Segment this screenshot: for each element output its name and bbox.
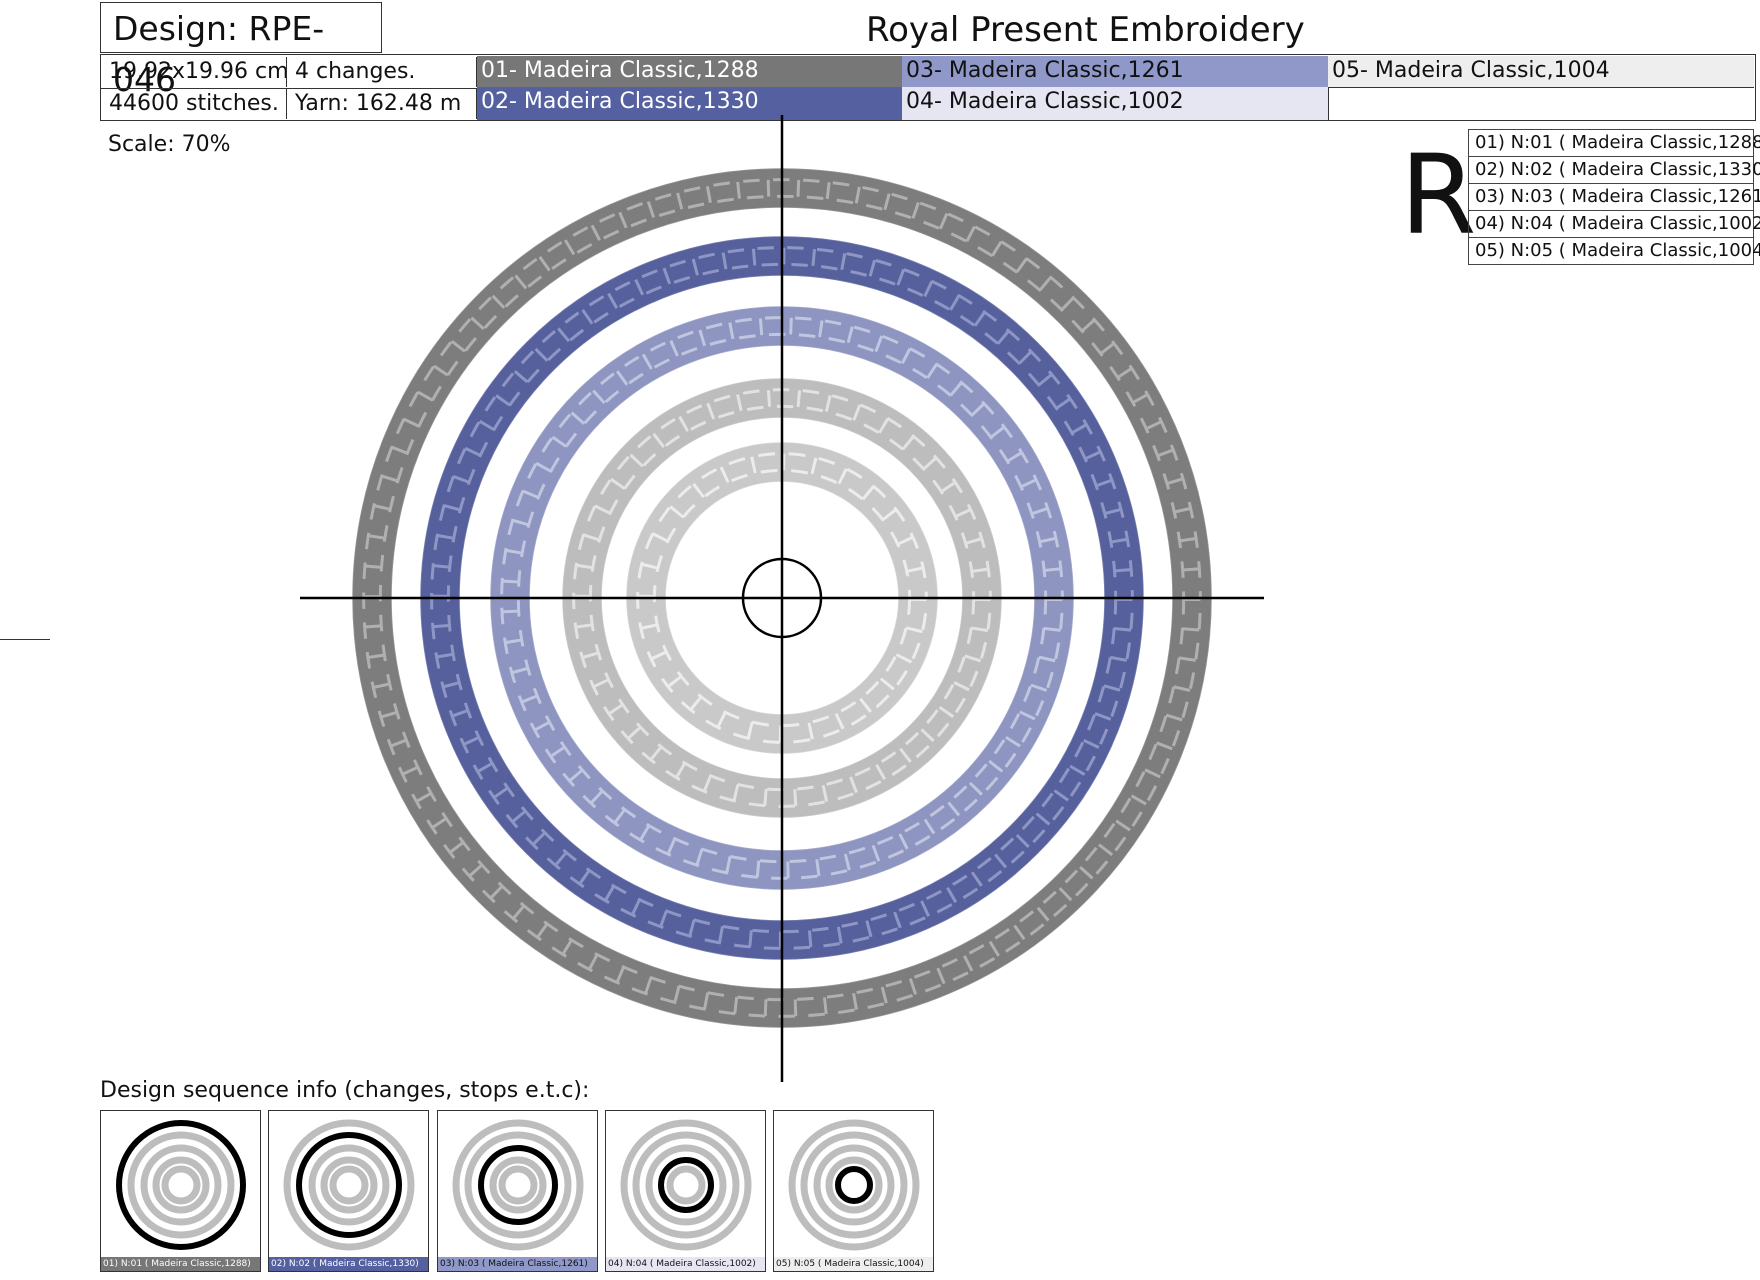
sequence-thumb-1: 01) N:01 ( Madeira Classic,1288) (100, 1110, 261, 1272)
sequence-thumb-label: 01) N:01 ( Madeira Classic,1288) (101, 1257, 260, 1271)
sequence-thumb-image (116, 1120, 246, 1250)
sequence-thumb-image (788, 1119, 920, 1251)
sequence-thumb-4: 04) N:04 ( Madeira Classic,1002) (605, 1110, 766, 1272)
sequence-thumb-label: 05) N:05 ( Madeira Classic,1004) (774, 1257, 933, 1271)
sequence-thumb-5: 05) N:05 ( Madeira Classic,1004) (773, 1110, 934, 1272)
sequence-title: Design sequence info (changes, stops e.t… (100, 1078, 590, 1103)
sequence-thumb-label: 04) N:04 ( Madeira Classic,1002) (606, 1257, 765, 1271)
sequence-thumb-label: 03) N:03 ( Madeira Classic,1261) (438, 1257, 597, 1271)
sequence-thumb-image (452, 1119, 584, 1251)
sequence-thumb-image (620, 1119, 752, 1251)
sequence-thumb-2: 02) N:02 ( Madeira Classic,1330) (268, 1110, 429, 1272)
sequence-thumb-3: 03) N:03 ( Madeira Classic,1261) (437, 1110, 598, 1272)
sequence-thumb-label: 02) N:02 ( Madeira Classic,1330) (269, 1257, 428, 1271)
sequence-thumb-image (283, 1119, 415, 1251)
